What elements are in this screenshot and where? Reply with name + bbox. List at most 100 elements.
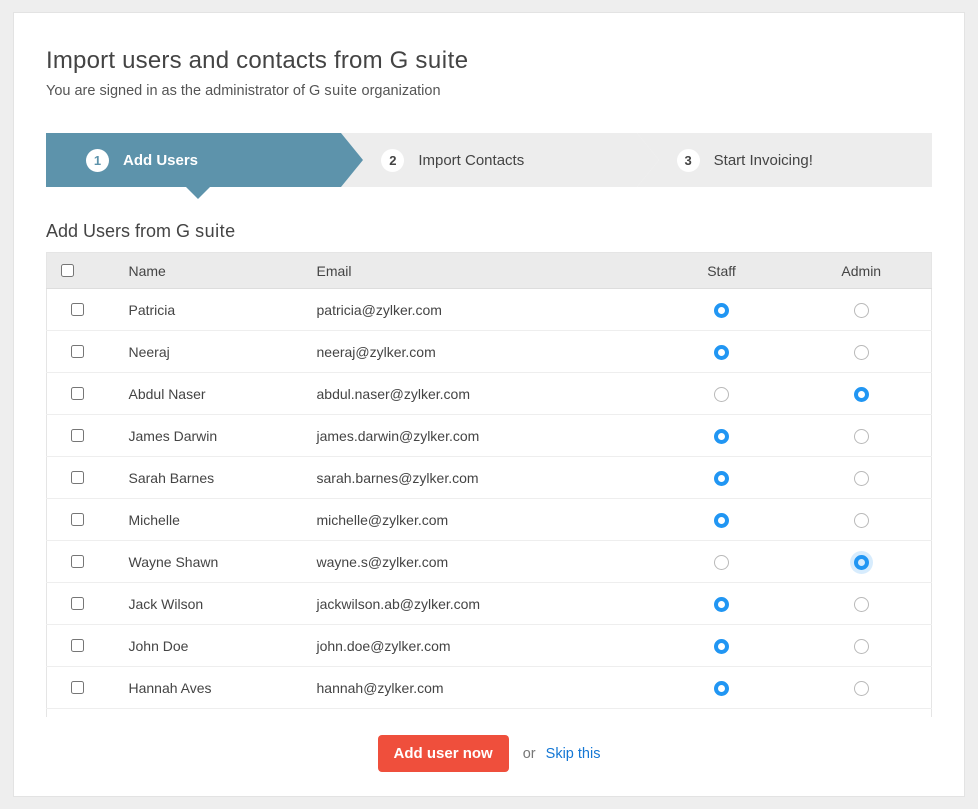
row-email: michelle@zylker.com [307, 499, 652, 541]
skip-link[interactable]: Skip this [546, 746, 601, 762]
gsuite-suite: suite [415, 47, 468, 74]
import-panel: Import users and contacts from G suite Y… [13, 12, 965, 797]
row-check-cell [47, 415, 107, 457]
table-row: Sarah Barnessarah.barnes@zylker.com [47, 457, 932, 499]
row-email: barani@solutiontest.com [307, 709, 652, 718]
admin-radio[interactable] [854, 513, 869, 528]
admin-radio[interactable] [854, 429, 869, 444]
table-row: Wayne Shawnwayne.s@zylker.com [47, 541, 932, 583]
row-checkbox[interactable] [71, 513, 84, 526]
row-name: Michelle [107, 499, 307, 541]
admin-radio[interactable] [854, 471, 869, 486]
row-checkbox[interactable] [71, 303, 84, 316]
step-number: 3 [677, 149, 700, 172]
row-staff-cell [652, 625, 792, 667]
header-name: Name [107, 253, 307, 289]
row-checkbox[interactable] [71, 597, 84, 610]
table-row: Patriciapatricia@zylker.com [47, 289, 932, 331]
row-checkbox[interactable] [71, 345, 84, 358]
step-number: 1 [86, 149, 109, 172]
select-all-checkbox[interactable] [61, 264, 74, 277]
row-name: Sarah Barnes [107, 457, 307, 499]
staff-radio[interactable] [714, 681, 729, 696]
row-email: hannah@zylker.com [307, 667, 652, 709]
table-row: Barani yolanbarani@solutiontest.com [47, 709, 932, 718]
step-caret-icon [186, 187, 210, 199]
table-row: James Darwinjames.darwin@zylker.com [47, 415, 932, 457]
row-name: Jack Wilson [107, 583, 307, 625]
table-row: Jack Wilsonjackwilson.ab@zylker.com [47, 583, 932, 625]
admin-radio[interactable] [854, 303, 869, 318]
row-check-cell [47, 667, 107, 709]
row-name: James Darwin [107, 415, 307, 457]
staff-radio[interactable] [714, 513, 729, 528]
header-email: Email [307, 253, 652, 289]
admin-radio[interactable] [854, 681, 869, 696]
row-staff-cell [652, 499, 792, 541]
step-add-users[interactable]: 1 Add Users [46, 133, 341, 187]
row-checkbox[interactable] [71, 429, 84, 442]
row-email: jackwilson.ab@zylker.com [307, 583, 652, 625]
row-name: Hannah Aves [107, 667, 307, 709]
step-label: Start Invoicing! [714, 152, 813, 169]
row-checkbox[interactable] [71, 387, 84, 400]
gsuite-brand-small: G suite [309, 83, 357, 99]
staff-radio[interactable] [714, 387, 729, 402]
staff-radio[interactable] [714, 429, 729, 444]
table-row: Abdul Naserabdul.naser@zylker.com [47, 373, 932, 415]
row-name: Patricia [107, 289, 307, 331]
row-checkbox[interactable] [71, 471, 84, 484]
row-admin-cell [792, 373, 932, 415]
step-start-invoicing[interactable]: 3 Start Invoicing! [637, 133, 932, 187]
staff-radio[interactable] [714, 639, 729, 654]
staff-radio[interactable] [714, 471, 729, 486]
row-check-cell [47, 625, 107, 667]
row-check-cell [47, 373, 107, 415]
page-title-prefix: Import users and contacts from [46, 47, 390, 74]
table-row: Michellemichelle@zylker.com [47, 499, 932, 541]
add-user-button[interactable]: Add user now [378, 735, 509, 772]
row-checkbox[interactable] [71, 639, 84, 652]
row-staff-cell [652, 709, 792, 718]
admin-radio[interactable] [854, 639, 869, 654]
header-staff: Staff [652, 253, 792, 289]
row-admin-cell [792, 709, 932, 718]
step-import-contacts[interactable]: 2 Import Contacts [341, 133, 636, 187]
row-check-cell [47, 541, 107, 583]
staff-radio[interactable] [714, 303, 729, 318]
staff-radio[interactable] [714, 597, 729, 612]
row-checkbox[interactable] [71, 555, 84, 568]
staff-radio[interactable] [714, 345, 729, 360]
row-staff-cell [652, 415, 792, 457]
row-staff-cell [652, 457, 792, 499]
header-select-all [47, 253, 107, 289]
step-number: 2 [381, 149, 404, 172]
row-email: james.darwin@zylker.com [307, 415, 652, 457]
row-admin-cell [792, 625, 932, 667]
row-admin-cell [792, 499, 932, 541]
row-staff-cell [652, 583, 792, 625]
row-admin-cell [792, 289, 932, 331]
table-scroll[interactable]: Patriciapatricia@zylker.comNeerajneeraj@… [46, 289, 932, 717]
admin-radio[interactable] [854, 345, 869, 360]
subtitle-suffix: organization [358, 83, 441, 99]
staff-radio[interactable] [714, 555, 729, 570]
table-row: Neerajneeraj@zylker.com [47, 331, 932, 373]
admin-radio[interactable] [854, 597, 869, 612]
row-name: Barani yolan [107, 709, 307, 718]
page-title: Import users and contacts from G suite [46, 47, 932, 75]
users-table: Name Email Staff Admin [46, 252, 932, 289]
users-table-body: Patriciapatricia@zylker.comNeerajneeraj@… [46, 289, 932, 717]
row-name: John Doe [107, 625, 307, 667]
admin-radio[interactable] [854, 555, 869, 570]
subtitle-prefix: You are signed in as the administrator o… [46, 83, 309, 99]
row-staff-cell [652, 331, 792, 373]
gsuite-g: G [390, 47, 409, 74]
row-checkbox[interactable] [71, 681, 84, 694]
row-name: Wayne Shawn [107, 541, 307, 583]
admin-radio[interactable] [854, 387, 869, 402]
row-check-cell [47, 709, 107, 718]
row-check-cell [47, 331, 107, 373]
step-label: Add Users [123, 152, 198, 169]
row-staff-cell [652, 373, 792, 415]
